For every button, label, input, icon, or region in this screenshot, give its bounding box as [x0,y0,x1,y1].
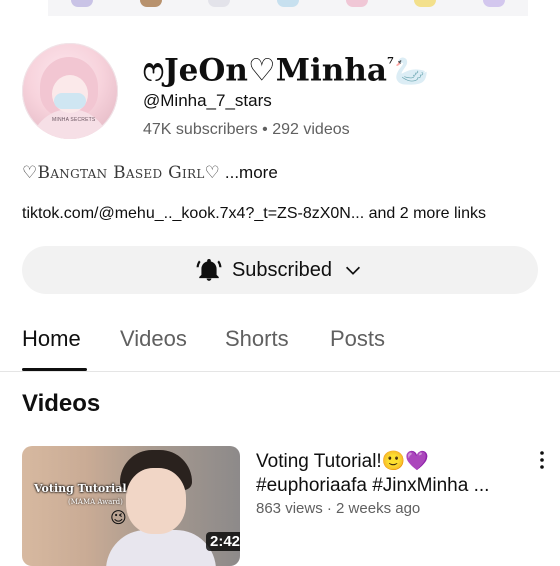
video-title-line: #euphoriaafa #JinxMinha ... [256,475,490,496]
stats-separator: • [262,121,268,138]
channel-avatar[interactable]: MINHA SECRETS [22,43,118,139]
tab-home[interactable]: Home [22,326,81,352]
video-meta: 863 views · 2 weeks ago [256,500,420,517]
channel-banner [48,0,528,16]
section-title: Videos [22,390,101,417]
channel-tabs: Home Videos Shorts Posts [0,320,560,372]
thumbnail-caption: Voting Tutorial [34,482,127,495]
active-tab-indicator [22,368,87,371]
banner-decoration [482,0,505,7]
tab-shorts[interactable]: Shorts [225,326,289,352]
banner-decoration [208,0,231,7]
video-title[interactable]: Voting Tutorial!🙂💜 #euphoriaafa #JinxMin… [256,450,524,498]
channel-name-text: ෆJeOn♡Minha [143,52,387,89]
thumbnail-person-body [106,530,216,566]
banner-decoration [71,0,94,7]
video-title-line: Voting Tutorial!🙂💜 [256,451,430,472]
video-views: 863 views [256,500,323,517]
subscribed-label: Subscribed [231,258,333,281]
channel-stats: 47K subscribers • 292 videos [143,121,350,139]
video-count: 292 videos [272,121,350,138]
tab-videos[interactable]: Videos [120,326,187,352]
avatar-mask [54,93,86,109]
channel-handle: @Minha_7_stars [143,91,272,110]
thumbnail-person-face [126,468,186,534]
tab-posts[interactable]: Posts [330,326,385,352]
avatar-tag: MINHA SECRETS [52,117,96,123]
subscribed-button[interactable]: Subscribed [22,246,538,294]
description-text: ♡Bangtan Based Girl♡ [22,163,221,183]
bell-filled-icon [196,257,222,283]
channel-description[interactable]: ♡Bangtan Based Girl♡ ...more [22,163,278,183]
channel-name: ෆJeOn♡Minha⁷🦢 [143,44,429,91]
more-vert-icon[interactable] [530,448,554,472]
banner-decoration [139,0,162,7]
video-item[interactable]: Voting Tutorial (MAMA Award) 😉 2:42 Voti… [22,446,560,566]
banner-decoration [414,0,437,7]
banner-decoration [345,0,368,7]
avatar-body [30,109,110,139]
subscriber-count: 47K subscribers [143,121,258,138]
thumbnail-subcaption: (MAMA Award) [68,498,123,506]
video-age: 2 weeks ago [336,500,421,517]
banner-decoration [276,0,299,7]
chevron-down-icon [342,259,364,281]
description-more-link[interactable]: ...more [225,163,278,182]
video-thumbnail[interactable]: Voting Tutorial (MAMA Award) 😉 2:42 [22,446,240,566]
swan-emoji: 🦢 [393,54,429,88]
thumbnail-emoji: 😉 [110,510,127,527]
video-duration: 2:42 [206,532,240,551]
channel-links[interactable]: tiktok.com/@mehu_.._kook.7x4?_t=ZS-8zX0N… [22,205,542,223]
channel-name-superscript: ⁷ [386,54,394,73]
meta-separator: · [326,500,332,517]
